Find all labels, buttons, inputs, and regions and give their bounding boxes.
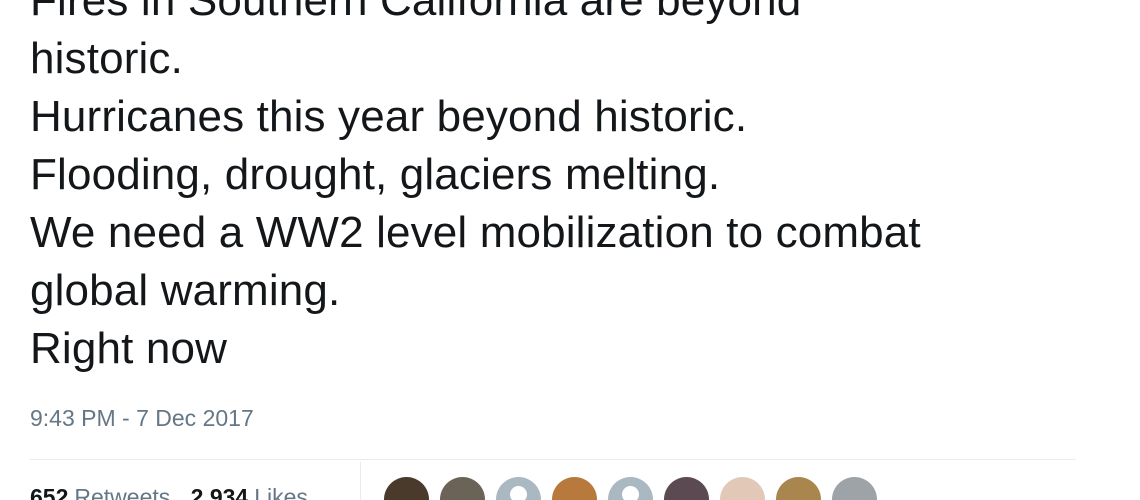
liker-avatar[interactable]: [496, 477, 541, 500]
liker-avatar[interactable]: [552, 477, 597, 500]
retweets-count: 652: [30, 484, 69, 500]
likes-stat[interactable]: 2,934 Likes: [191, 482, 308, 500]
tweet-stats: 652 Retweets 2,934 Likes: [30, 482, 322, 500]
tweet-text-line: Flooding, drought, glaciers melting.: [30, 150, 721, 199]
stats-divider: [30, 459, 1076, 460]
default-profile-icon: [622, 486, 639, 500]
liker-avatar[interactable]: [832, 477, 877, 500]
tweet-text-line: Right now: [30, 324, 228, 373]
stats-separator: [360, 462, 361, 500]
retweets-label: Retweets: [74, 484, 171, 500]
liked-by-avatars: [384, 477, 877, 500]
tweet-text-line: We need a WW2 level mobilization to comb…: [30, 208, 921, 257]
liker-avatar[interactable]: [384, 477, 429, 500]
tweet-text-line: Fires in Southern California are beyond: [30, 0, 802, 25]
tweet-timestamp-link[interactable]: 9:43 PM - 7 Dec 2017: [30, 402, 254, 434]
likes-count: 2,934: [190, 484, 249, 500]
tweet-text: Fires in Southern California are beyond …: [30, 0, 1120, 378]
likes-label: Likes: [254, 484, 308, 500]
liker-avatar[interactable]: [664, 477, 709, 500]
tweet-text-line: historic.: [30, 34, 183, 83]
tweet-text-line: global warming.: [30, 266, 341, 315]
liker-avatar[interactable]: [608, 477, 653, 500]
tweet-text-line: Hurricanes this year beyond historic.: [30, 92, 748, 141]
liker-avatar[interactable]: [776, 477, 821, 500]
liker-avatar[interactable]: [440, 477, 485, 500]
retweets-stat[interactable]: 652 Retweets: [30, 482, 170, 500]
default-profile-icon: [510, 486, 527, 500]
liker-avatar[interactable]: [720, 477, 765, 500]
